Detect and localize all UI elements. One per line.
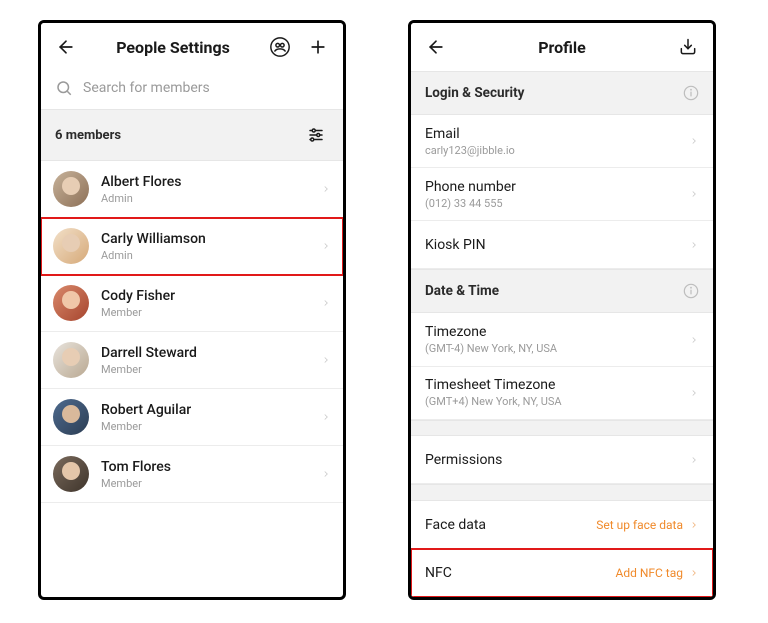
- arrow-left-icon: [426, 37, 446, 57]
- info-button[interactable]: [683, 85, 699, 101]
- avatar: [53, 399, 89, 435]
- row-face-data[interactable]: Face data Set up face data: [411, 501, 713, 549]
- chevron-right-icon: [321, 295, 331, 311]
- section-gap: [411, 484, 713, 501]
- row-timesheet-timezone[interactable]: Timesheet Timezone (GMT+4) New York, NY,…: [411, 367, 713, 420]
- download-tray-icon: [678, 37, 698, 57]
- avatar: [53, 342, 89, 378]
- download-button[interactable]: [675, 34, 701, 60]
- row-timezone[interactable]: Timezone (GMT-4) New York, NY, USA: [411, 313, 713, 366]
- timesheet-tz-label: Timesheet Timezone: [425, 377, 689, 393]
- timesheet-tz-value: (GMT+4) New York, NY, USA: [425, 395, 689, 408]
- row-phone[interactable]: Phone number (012) 33 44 555: [411, 168, 713, 221]
- kiosk-label: Kiosk PIN: [425, 237, 689, 253]
- avatar: [53, 228, 89, 264]
- members-count-label: 6 members: [55, 128, 121, 143]
- chevron-right-icon: [689, 517, 699, 533]
- member-row[interactable]: Albert Flores Admin: [41, 161, 343, 218]
- back-button[interactable]: [53, 34, 79, 60]
- phone-label: Phone number: [425, 179, 689, 195]
- add-button[interactable]: [305, 34, 331, 60]
- row-email[interactable]: Email carly123@jibble.io: [411, 115, 713, 168]
- phone-value: (012) 33 44 555: [425, 197, 689, 210]
- member-row[interactable]: Carly Williamson Admin: [41, 218, 343, 275]
- member-name: Robert Aguilar: [101, 402, 309, 418]
- member-name: Tom Flores: [101, 459, 309, 475]
- member-role: Member: [101, 306, 309, 319]
- profile-screen: Profile Login & Security Email carly123@…: [408, 20, 716, 600]
- section-label: Date & Time: [425, 283, 499, 299]
- section-login-security: Login & Security: [411, 71, 713, 115]
- member-row[interactable]: Cody Fisher Member: [41, 275, 343, 332]
- info-icon: [683, 283, 699, 299]
- members-list: Albert Flores Admin Carly Williamson Adm…: [41, 161, 343, 503]
- member-name: Albert Flores: [101, 174, 309, 190]
- timezone-value: (GMT-4) New York, NY, USA: [425, 342, 689, 355]
- email-label: Email: [425, 126, 689, 142]
- section-gap: [411, 420, 713, 437]
- nfc-label: NFC: [425, 565, 615, 581]
- search-placeholder: Search for members: [83, 80, 210, 96]
- chevron-right-icon: [689, 452, 699, 468]
- chevron-right-icon: [689, 237, 699, 253]
- section-date-time: Date & Time: [411, 269, 713, 313]
- search-icon: [55, 79, 73, 97]
- info-button[interactable]: [683, 283, 699, 299]
- chevron-right-icon: [689, 565, 699, 581]
- back-button[interactable]: [423, 34, 449, 60]
- timezone-label: Timezone: [425, 324, 689, 340]
- row-permissions[interactable]: Permissions: [411, 436, 713, 484]
- chevron-right-icon: [689, 332, 699, 348]
- plus-icon: [308, 37, 328, 57]
- arrow-left-icon: [56, 37, 76, 57]
- facedata-label: Face data: [425, 517, 596, 533]
- chevron-right-icon: [321, 352, 331, 368]
- page-title: Profile: [449, 38, 675, 57]
- members-count-bar: 6 members: [41, 109, 343, 161]
- row-nfc[interactable]: NFC Add NFC tag: [411, 549, 713, 597]
- member-row[interactable]: Darrell Steward Member: [41, 332, 343, 389]
- sliders-icon: [307, 126, 325, 144]
- chevron-right-icon: [689, 133, 699, 149]
- email-value: carly123@jibble.io: [425, 144, 689, 157]
- facedata-action: Set up face data: [596, 518, 683, 532]
- member-name: Carly Williamson: [101, 231, 309, 247]
- member-role: Admin: [101, 249, 309, 262]
- member-role: Member: [101, 420, 309, 433]
- avatar: [53, 285, 89, 321]
- page-title: People Settings: [79, 38, 267, 57]
- chevron-right-icon: [321, 181, 331, 197]
- search-row[interactable]: Search for members: [41, 71, 343, 109]
- section-label: Login & Security: [425, 85, 524, 101]
- member-role: Member: [101, 363, 309, 376]
- chevron-right-icon: [321, 466, 331, 482]
- filter-button[interactable]: [303, 122, 329, 148]
- people-group-button[interactable]: [267, 34, 293, 60]
- chevron-right-icon: [689, 186, 699, 202]
- member-role: Member: [101, 477, 309, 490]
- people-group-icon: [269, 36, 291, 58]
- row-kiosk-pin[interactable]: Kiosk PIN: [411, 221, 713, 269]
- member-name: Darrell Steward: [101, 345, 309, 361]
- header: Profile: [411, 23, 713, 71]
- avatar: [53, 456, 89, 492]
- info-icon: [683, 85, 699, 101]
- chevron-right-icon: [689, 385, 699, 401]
- member-row[interactable]: Tom Flores Member: [41, 446, 343, 503]
- member-role: Admin: [101, 192, 309, 205]
- chevron-right-icon: [321, 238, 331, 254]
- nfc-action: Add NFC tag: [615, 566, 683, 580]
- member-name: Cody Fisher: [101, 288, 309, 304]
- avatar: [53, 171, 89, 207]
- permissions-label: Permissions: [425, 452, 689, 468]
- chevron-right-icon: [321, 409, 331, 425]
- people-settings-screen: People Settings Search for members 6 mem…: [38, 20, 346, 600]
- header: People Settings: [41, 23, 343, 71]
- member-row[interactable]: Robert Aguilar Member: [41, 389, 343, 446]
